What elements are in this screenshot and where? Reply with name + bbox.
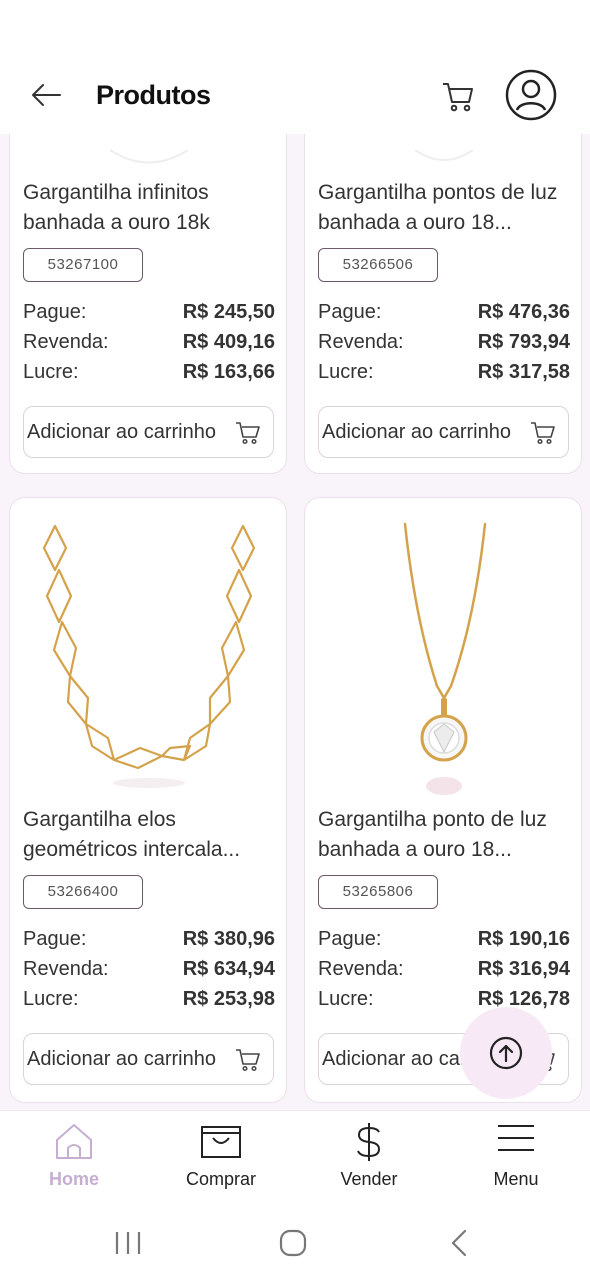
price-pay: R$ 380,96 [182, 928, 275, 950]
dollar-icon [357, 1123, 381, 1161]
product-name: Gargantilha ponto de luz banhada a ouro … [318, 808, 547, 861]
add-to-cart-button[interactable]: Adicionar ao carrinho [318, 406, 569, 458]
product-image [10, 498, 286, 798]
product-card[interactable]: Gargantilha ponto de luz banhada a ouro … [304, 497, 582, 1103]
recent-apps-icon[interactable] [114, 1230, 142, 1256]
profile-button[interactable] [505, 69, 557, 121]
home-system-icon[interactable] [279, 1229, 307, 1257]
nav-vender-label: Vender [340, 1169, 398, 1189]
product-sku: 53266506 [318, 248, 438, 282]
nav-menu-label: Menu [493, 1169, 539, 1189]
price-profit: R$ 163,66 [182, 361, 275, 383]
header-cart-button[interactable] [440, 78, 476, 114]
product-name: Gargantilha elos geométricos intercala..… [23, 808, 241, 861]
hamburger-menu-icon [498, 1125, 534, 1151]
product-sku: 53266400 [23, 875, 143, 909]
home-icon [56, 1124, 92, 1159]
product-name: Gargantilha pontos de luz banhada a ouro… [318, 181, 558, 234]
page-title: Produtos [96, 80, 211, 110]
product-image [305, 498, 581, 798]
scroll-to-top-button[interactable] [460, 1007, 552, 1099]
nav-vender[interactable]: Vender [295, 1111, 443, 1203]
arrow-up-circle-icon [489, 1036, 523, 1070]
system-navigation-bar [0, 1202, 590, 1280]
product-grid: Gargantilha infinitos banhada a ouro 18k… [0, 134, 590, 1110]
user-avatar-icon [505, 69, 557, 121]
shopping-bag-icon [201, 1126, 241, 1158]
price-resale: R$ 316,94 [477, 958, 570, 980]
nav-comprar-label: Comprar [185, 1169, 256, 1189]
cart-icon [236, 1049, 260, 1072]
nav-home[interactable]: Home [0, 1111, 148, 1203]
nav-home-label: Home [48, 1169, 99, 1189]
cart-icon [531, 422, 555, 445]
back-button[interactable] [28, 76, 66, 114]
price-resale: R$ 793,94 [477, 331, 570, 353]
cart-icon [236, 422, 260, 445]
price-resale: R$ 409,16 [182, 331, 275, 353]
add-to-cart-button[interactable]: Adicionar ao carrinho [23, 406, 274, 458]
nav-comprar[interactable]: Comprar [147, 1111, 295, 1203]
arrow-left-icon [32, 84, 61, 106]
price-pay: R$ 245,50 [182, 301, 275, 323]
add-to-cart-button[interactable]: Adicionar ao carrinho [23, 1033, 274, 1085]
back-system-icon[interactable] [448, 1229, 470, 1257]
product-sku: 53265806 [318, 875, 438, 909]
product-card[interactable]: Gargantilha infinitos banhada a ouro 18k… [9, 134, 287, 474]
price-pay: R$ 476,36 [477, 301, 570, 323]
price-resale: R$ 634,94 [182, 958, 275, 980]
nav-menu[interactable]: Menu [442, 1111, 590, 1203]
product-name: Gargantilha infinitos banhada a ouro 18k [23, 181, 210, 234]
price-pay: R$ 190,16 [477, 928, 570, 950]
product-card[interactable]: Gargantilha pontos de luz banhada a ouro… [304, 134, 582, 474]
price-profit: R$ 317,58 [477, 361, 570, 383]
price-profit: R$ 253,98 [182, 988, 275, 1010]
product-sku: 53267100 [23, 248, 143, 282]
cart-icon [443, 83, 473, 112]
bottom-navigation: Home Comprar Vender Menu [0, 1110, 590, 1202]
product-card[interactable]: Gargantilha elos geométricos intercala..… [9, 497, 287, 1103]
app-bar: Produtos [0, 0, 590, 134]
